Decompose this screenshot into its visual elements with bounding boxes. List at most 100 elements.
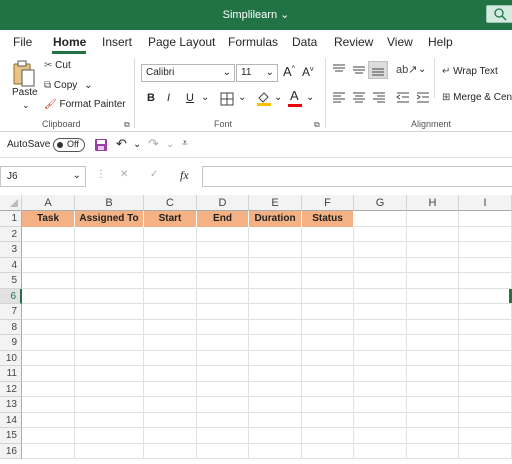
column-header[interactable]: I <box>459 195 512 211</box>
fill-color-button[interactable] <box>256 90 272 109</box>
decrease-indent-icon[interactable] <box>396 92 410 107</box>
autosave-toggle[interactable]: Off <box>53 138 85 152</box>
cell[interactable] <box>249 350 302 366</box>
paste-dropdown-icon[interactable]: ⌄ <box>22 100 30 111</box>
italic-button[interactable]: I <box>167 92 170 104</box>
orientation-dropdown-icon[interactable]: ⌄ <box>418 64 426 75</box>
cell[interactable] <box>407 443 459 459</box>
column-header[interactable]: F <box>302 195 354 211</box>
cell[interactable] <box>407 226 459 242</box>
cell[interactable] <box>302 428 354 444</box>
bold-button[interactable]: B <box>147 92 155 104</box>
clipboard-launcher-icon[interactable]: ⧉ <box>124 120 130 130</box>
cell[interactable] <box>75 288 144 304</box>
cell[interactable] <box>249 273 302 289</box>
tab-home[interactable]: Home <box>53 35 86 49</box>
cell[interactable] <box>75 443 144 459</box>
tab-help[interactable]: Help <box>428 35 453 49</box>
cell[interactable] <box>22 273 75 289</box>
cell[interactable] <box>407 288 459 304</box>
column-header[interactable]: D <box>197 195 249 211</box>
cell[interactable] <box>144 397 197 413</box>
cell[interactable] <box>144 242 197 258</box>
cell[interactable] <box>459 273 512 289</box>
cell[interactable] <box>144 273 197 289</box>
cell[interactable] <box>144 381 197 397</box>
cell[interactable] <box>197 428 249 444</box>
header-cell-task[interactable]: Task <box>22 211 75 227</box>
column-header[interactable]: H <box>407 195 459 211</box>
borders-dropdown-icon[interactable]: ⌄ <box>238 92 246 103</box>
cell[interactable] <box>302 273 354 289</box>
cell[interactable] <box>459 443 512 459</box>
row-header[interactable]: 11 <box>0 366 22 382</box>
tab-review[interactable]: Review <box>334 35 373 49</box>
cell[interactable] <box>354 273 407 289</box>
row-header[interactable]: 6 <box>0 288 22 304</box>
row-header[interactable]: 13 <box>0 397 22 413</box>
cell[interactable] <box>407 319 459 335</box>
cell[interactable] <box>354 366 407 382</box>
increase-indent-icon[interactable] <box>416 92 430 107</box>
tab-formulas[interactable]: Formulas <box>228 35 278 49</box>
row-header[interactable]: 3 <box>0 242 22 258</box>
cell[interactable] <box>302 319 354 335</box>
cell[interactable] <box>407 350 459 366</box>
cell[interactable] <box>22 288 75 304</box>
cell[interactable] <box>459 226 512 242</box>
underline-button[interactable]: U <box>186 92 194 104</box>
cell[interactable] <box>22 226 75 242</box>
cell[interactable] <box>22 350 75 366</box>
cell[interactable] <box>354 397 407 413</box>
cell[interactable] <box>354 428 407 444</box>
header-cell-assigned-to[interactable]: Assigned To <box>75 211 144 227</box>
cell[interactable] <box>249 412 302 428</box>
align-center-icon[interactable] <box>352 92 366 107</box>
cell[interactable] <box>302 242 354 258</box>
cell[interactable] <box>302 226 354 242</box>
header-cell-end[interactable]: End <box>197 211 249 227</box>
cell[interactable] <box>144 288 197 304</box>
cell[interactable] <box>354 226 407 242</box>
cell[interactable] <box>197 412 249 428</box>
cell[interactable] <box>459 211 512 227</box>
cell[interactable] <box>249 226 302 242</box>
cell[interactable] <box>407 428 459 444</box>
cell[interactable] <box>302 335 354 351</box>
cell[interactable] <box>144 443 197 459</box>
column-header[interactable]: B <box>75 195 144 211</box>
cell[interactable] <box>354 319 407 335</box>
cell[interactable] <box>407 335 459 351</box>
cell[interactable] <box>144 304 197 320</box>
cell[interactable] <box>302 304 354 320</box>
undo-icon[interactable]: ↶ <box>116 136 127 152</box>
cell[interactable] <box>302 257 354 273</box>
cell[interactable] <box>75 242 144 258</box>
cell[interactable] <box>249 366 302 382</box>
cell[interactable] <box>407 397 459 413</box>
cell[interactable] <box>302 366 354 382</box>
cell[interactable] <box>75 335 144 351</box>
cell[interactable] <box>75 273 144 289</box>
cell[interactable] <box>459 335 512 351</box>
cell[interactable] <box>197 242 249 258</box>
cell[interactable] <box>354 211 407 227</box>
header-cell-status[interactable]: Status <box>302 211 354 227</box>
cell[interactable] <box>75 226 144 242</box>
paste-label[interactable]: Paste <box>12 87 38 98</box>
cancel-icon[interactable]: ✕ <box>120 169 128 180</box>
undo-dropdown-icon[interactable]: ⌄ <box>133 139 141 150</box>
cell[interactable] <box>22 257 75 273</box>
cell[interactable] <box>459 397 512 413</box>
cell[interactable] <box>197 226 249 242</box>
copy-dropdown-icon[interactable]: ⌄ <box>84 80 92 91</box>
cell[interactable] <box>197 350 249 366</box>
cell[interactable] <box>249 304 302 320</box>
cell[interactable] <box>354 350 407 366</box>
cell[interactable] <box>249 257 302 273</box>
borders-button[interactable] <box>220 92 234 109</box>
row-header[interactable]: 16 <box>0 443 22 459</box>
cell[interactable] <box>459 304 512 320</box>
workbook-title[interactable]: Simplilearn ⌄ <box>0 8 512 21</box>
cell[interactable] <box>75 397 144 413</box>
